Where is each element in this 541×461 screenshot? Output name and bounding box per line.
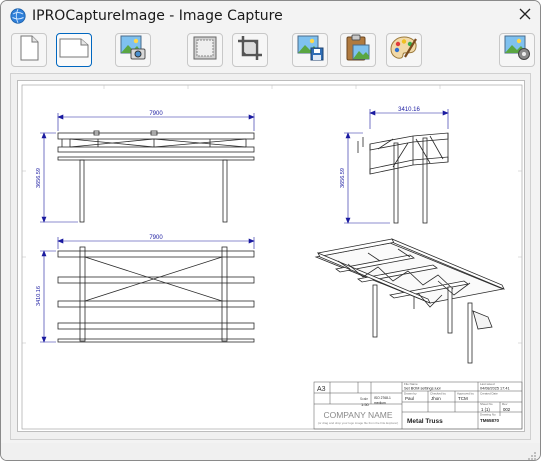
drawing-no-label: Drawing No	[480, 413, 496, 417]
created-date-label: Created Date	[480, 392, 498, 396]
drawn-by: Paul	[405, 396, 414, 401]
landscape-page-icon	[59, 37, 89, 64]
window-title: IPROCaptureImage - Image Capture	[32, 8, 283, 24]
capture-image-icon	[119, 35, 147, 66]
save-image-icon	[296, 35, 324, 66]
crop-button[interactable]	[232, 33, 268, 67]
rev-label: Rev	[502, 402, 508, 406]
last-saved-label: Last saved	[480, 382, 495, 386]
blank-page-icon	[18, 35, 40, 66]
settings-button[interactable]	[499, 33, 535, 67]
drawing-title: Metal Truss	[407, 418, 443, 425]
portrait-page-button[interactable]	[11, 33, 47, 67]
tolerance-value: medium	[374, 401, 386, 405]
sheet-value: 1 (1)	[481, 407, 490, 412]
side-height-dim: 3656.59	[340, 168, 346, 188]
app-globe-icon	[10, 8, 26, 24]
file-name: Set BOM settings.iuol	[404, 387, 441, 391]
paint-button[interactable]	[386, 33, 422, 67]
drawing-sheet: 7900 3656.59 3410.16 3656.59 7900 3410.1…	[17, 80, 525, 432]
paint-palette-icon	[390, 35, 418, 66]
frame-border-icon	[193, 36, 217, 65]
save-button[interactable]	[292, 33, 328, 67]
capture-button[interactable]	[115, 33, 151, 67]
top-height-dim: 3410.16	[36, 286, 42, 306]
landscape-page-button[interactable]	[56, 33, 92, 67]
scale-label: Scale	[360, 397, 368, 401]
company-name: COMPANY NAME	[323, 410, 392, 420]
close-button[interactable]	[512, 4, 538, 28]
crop-icon	[237, 35, 263, 66]
status-bar	[1, 443, 540, 460]
technical-drawing: 7900 3656.59 3410.16 3656.59 7900 3410.1…	[21, 84, 523, 430]
preview-area[interactable]: 7900 3656.59 3410.16 3656.59 7900 3410.1…	[10, 73, 531, 440]
toolbar	[1, 31, 540, 71]
title-bar[interactable]: IPROCaptureImage - Image Capture	[1, 1, 540, 31]
clipboard-image-icon	[345, 34, 371, 67]
clipboard-button[interactable]	[340, 33, 376, 67]
approved-by-label: Approved by	[457, 392, 474, 396]
top-width-dim: 7900	[149, 235, 163, 241]
standard-value: ISO 2768-1	[374, 396, 391, 400]
side-view	[357, 132, 449, 224]
last-saved: 04/08/2025 17:41	[480, 387, 510, 391]
scale-value: 1:50	[361, 402, 370, 407]
front-view	[57, 130, 255, 223]
image-capture-window: IPROCaptureImage - Image Capture 7900 36…	[0, 0, 541, 461]
rev-value: 002	[503, 407, 511, 412]
close-icon	[518, 7, 532, 26]
checked-by-label: Checked by	[430, 392, 446, 396]
frame-button[interactable]	[187, 33, 223, 67]
top-view	[57, 246, 255, 343]
resize-grip-icon[interactable]	[527, 448, 537, 460]
drawn-by-label: Drawn by	[404, 392, 417, 396]
front-height-dim: 3656.59	[36, 168, 42, 188]
image-settings-icon	[503, 35, 531, 66]
isometric-view	[314, 238, 505, 364]
sheet-label: Sheet No	[480, 402, 493, 406]
checked-by: Jhon	[431, 396, 441, 401]
side-width-dim: 3410.16	[398, 107, 420, 113]
sheet-size: A3	[317, 386, 326, 393]
drawing-no: TM65870	[480, 418, 500, 423]
file-name-label: File Name	[404, 382, 418, 386]
front-width-dim: 7900	[149, 111, 163, 117]
approved-by: TCM	[458, 396, 468, 401]
company-hint: (or drag and drop your logo image file f…	[318, 421, 399, 425]
